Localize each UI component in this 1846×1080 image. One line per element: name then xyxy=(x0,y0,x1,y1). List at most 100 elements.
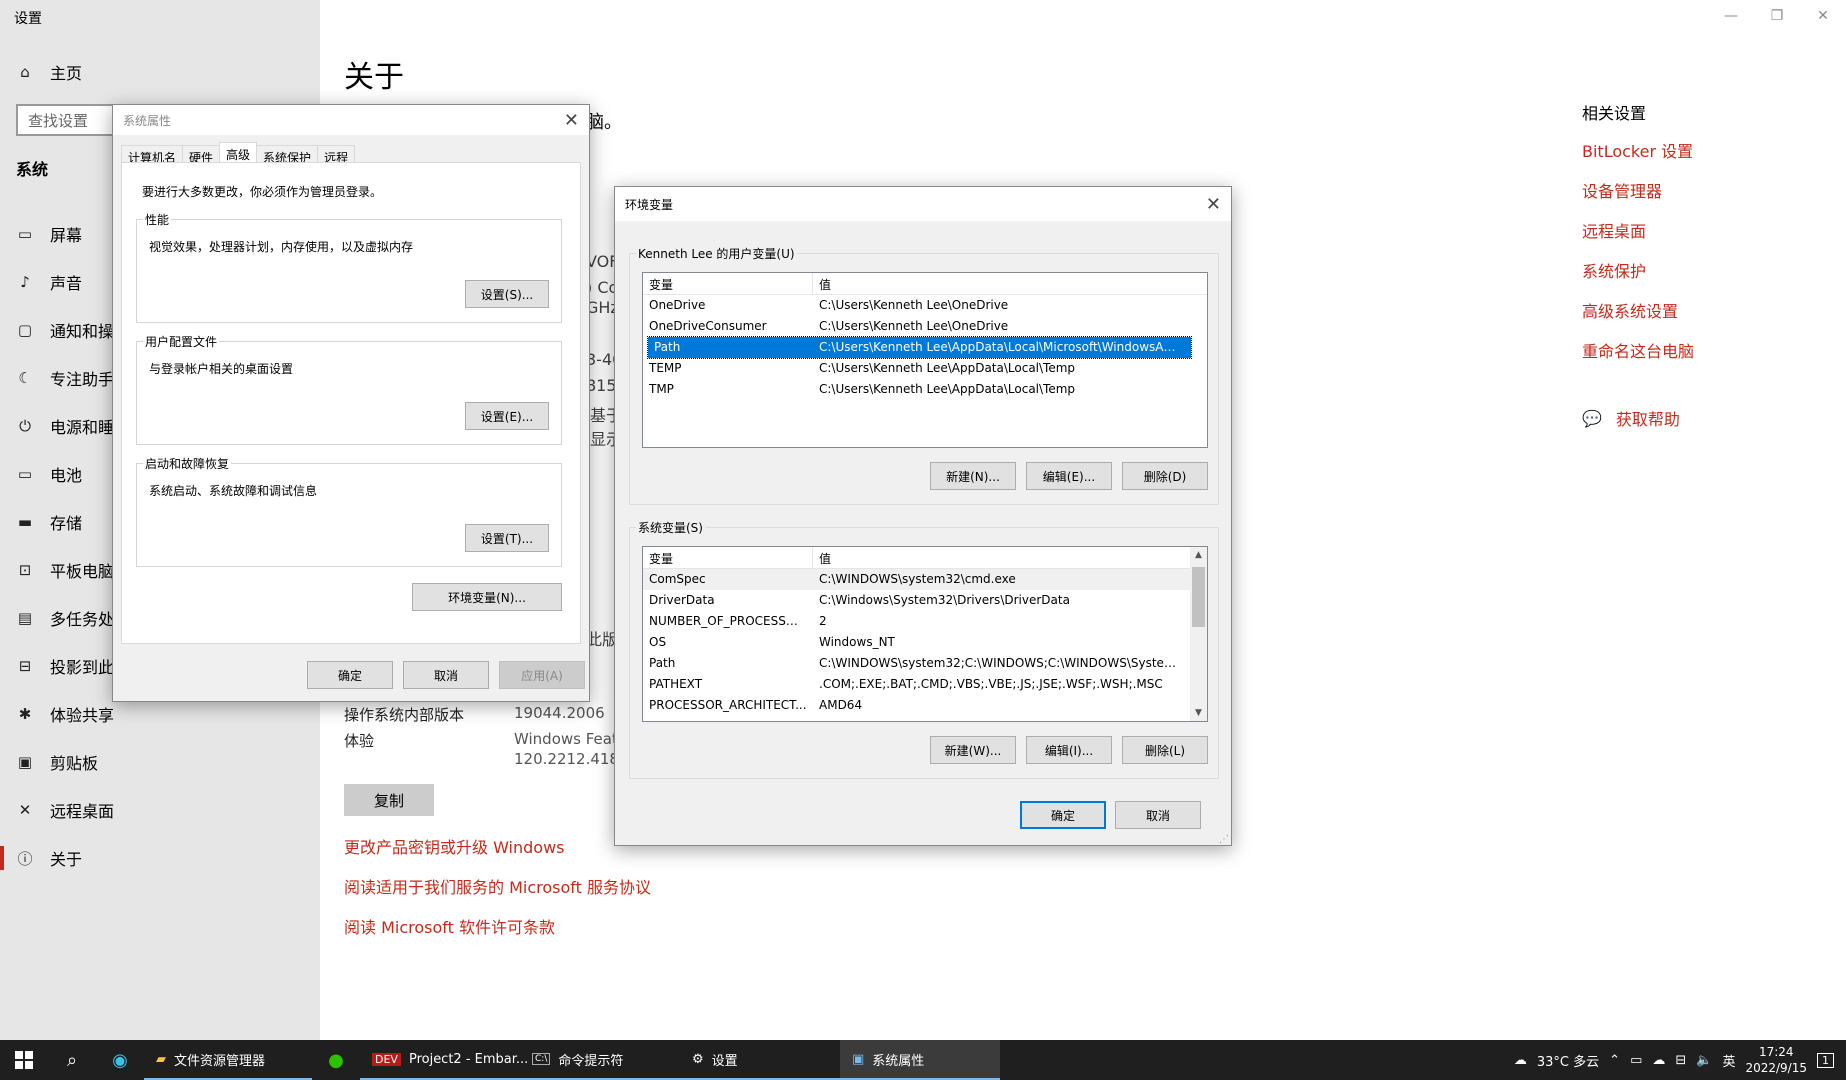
scroll-up-icon[interactable]: ▲ xyxy=(1190,550,1207,560)
system-variables-list[interactable]: 变量 值 ComSpec C:\WINDOWS\system32\cmd.exe … xyxy=(642,546,1208,722)
system-list-scrollbar[interactable]: ▲ ▼ xyxy=(1190,547,1207,721)
user-profiles-settings-button[interactable]: 设置(E)... xyxy=(465,402,549,430)
link-bitlocker[interactable]: BitLocker 设置 xyxy=(1582,138,1694,178)
nav-item-clipboard[interactable]: ▣ 剪贴板 xyxy=(0,738,320,786)
edge-icon[interactable]: ◉ xyxy=(96,1040,144,1080)
user-new-button[interactable]: 新建(N)... xyxy=(930,462,1016,490)
link-remote-desktop[interactable]: 远程桌面 xyxy=(1582,218,1694,258)
var-value: C:\Users\Kenneth Lee\AppData\Local\Temp xyxy=(819,361,1076,375)
user-delete-button[interactable]: 删除(D) xyxy=(1122,462,1208,490)
performance-settings-button[interactable]: 设置(S)... xyxy=(465,280,549,308)
table-row[interactable]: TMP C:\Users\Kenneth Lee\AppData\Local\Te… xyxy=(643,379,1207,400)
get-help[interactable]: 💬 获取帮助 xyxy=(1582,406,1694,430)
env-ok-button[interactable]: 确定 xyxy=(1020,801,1106,829)
user-edit-button[interactable]: 编辑(E)... xyxy=(1026,462,1112,490)
scroll-thumb[interactable] xyxy=(1192,567,1205,627)
table-row[interactable]: PATHEXT .COM;.EXE;.BAT;.CMD;.VBS;.VBE;.JS… xyxy=(643,674,1207,695)
env-cancel-button[interactable]: 取消 xyxy=(1115,801,1201,829)
project-icon: ⊟ xyxy=(18,657,32,675)
copy-button[interactable]: 复制 xyxy=(344,784,434,816)
system-edit-button[interactable]: 编辑(I)... xyxy=(1026,736,1112,764)
scroll-down-icon[interactable]: ▼ xyxy=(1190,708,1207,718)
link-system-protection[interactable]: 系统保护 xyxy=(1582,258,1694,298)
link-device-manager[interactable]: 设备管理器 xyxy=(1582,178,1694,218)
close-icon[interactable]: ✕ xyxy=(1206,194,1221,215)
cancel-button[interactable]: 取消 xyxy=(403,661,489,689)
get-help-link[interactable]: 获取帮助 xyxy=(1616,406,1680,430)
table-row[interactable]: OneDrive C:\Users\Kenneth Lee\OneDrive xyxy=(643,295,1207,316)
startup-recovery-settings-button[interactable]: 设置(T)... xyxy=(465,524,549,552)
table-row[interactable]: PROCESSOR_ARCHITECT... AMD64 xyxy=(643,695,1207,716)
table-row[interactable]: NUMBER_OF_PROCESSORS 2 xyxy=(643,611,1207,632)
var-name: TMP xyxy=(649,382,674,396)
table-row[interactable]: DriverData C:\Windows\System32\Drivers\Dr… xyxy=(643,590,1207,611)
clock[interactable]: 17:24 2022/9/15 xyxy=(1745,1044,1807,1076)
column-variable[interactable]: 变量 xyxy=(643,547,813,568)
apply-button[interactable]: 应用(A) xyxy=(499,661,585,689)
environment-variables-button[interactable]: 环境变量(N)... xyxy=(412,583,562,611)
table-row[interactable]: ComSpec C:\WINDOWS\system32\cmd.exe xyxy=(643,569,1190,590)
remote-desktop-icon: ✕ xyxy=(18,801,32,819)
column-value[interactable]: 值 xyxy=(813,547,837,568)
weather-icon[interactable]: ☁ xyxy=(1514,1053,1527,1068)
link-service-agreement[interactable]: 阅读适用于我们服务的 Microsoft 服务协议 xyxy=(344,874,651,898)
advanced-tab-panel: 要进行大多数更改，你必须作为管理员登录。 性能 视觉效果，处理器计划，内存使用，… xyxy=(121,162,581,644)
taskbar-app-devcpp[interactable]: DEV Project2 - Embar... xyxy=(360,1040,528,1080)
maximize-button[interactable]: ❐ xyxy=(1754,0,1800,32)
page-title: 关于 xyxy=(344,60,404,95)
admin-note: 要进行大多数更改，你必须作为管理员登录。 xyxy=(142,185,383,199)
link-license-terms[interactable]: 阅读 Microsoft 软件许可条款 xyxy=(344,914,555,938)
var-value: C:\Users\Kenneth Lee\AppData\Local\Temp xyxy=(819,382,1076,396)
spec-row-experience: 体验 Windows Feature E 120.2212.4180.0 xyxy=(344,730,657,768)
table-row[interactable]: TEMP C:\Users\Kenneth Lee\AppData\Local\T… xyxy=(643,358,1207,379)
system-delete-button[interactable]: 删除(L) xyxy=(1122,736,1208,764)
cloud-tray-icon[interactable]: ☁ xyxy=(1652,1053,1665,1068)
notification-center-icon[interactable]: 1 xyxy=(1817,1052,1834,1068)
resize-grip-icon[interactable]: ⋰ xyxy=(1219,834,1229,845)
link-rename-pc[interactable]: 重命名这台电脑 xyxy=(1582,338,1694,378)
sound-icon: ♪ xyxy=(20,273,30,291)
close-icon[interactable]: ✕ xyxy=(564,110,579,131)
devcpp-icon: DEV xyxy=(372,1052,401,1066)
settings-window-title: 设置 xyxy=(14,11,42,27)
system-new-button[interactable]: 新建(W)... xyxy=(930,736,1016,764)
nav-item-label: 屏幕 xyxy=(50,226,83,245)
ime-indicator[interactable]: 英 xyxy=(1722,1051,1735,1070)
var-value: 2 xyxy=(819,614,827,628)
group-title: Kenneth Lee 的用户变量(U) xyxy=(636,245,797,262)
table-row[interactable]: Path C:\WINDOWS\system32;C:\WINDOWS;C:\WI… xyxy=(643,653,1207,674)
ok-button[interactable]: 确定 xyxy=(307,661,393,689)
network-icon[interactable]: ⊟ xyxy=(1675,1053,1686,1068)
weather-text[interactable]: 33°C 多云 xyxy=(1537,1051,1599,1070)
taskbar-app-settings[interactable]: ⚙ 设置 xyxy=(680,1040,840,1080)
search-icon[interactable]: ⌕ xyxy=(48,1040,96,1080)
user-variables-list[interactable]: 变量 值 OneDrive C:\Users\Kenneth Lee\OneDri… xyxy=(642,272,1208,448)
table-row[interactable]: OS Windows_NT xyxy=(643,632,1207,653)
taskbar-app-label: 命令提示符 xyxy=(558,1053,624,1069)
close-button[interactable]: ✕ xyxy=(1800,0,1846,32)
var-value: C:\Users\Kenneth Lee\AppData\Local\Micro… xyxy=(819,340,1183,354)
nav-item-remote-desktop[interactable]: ✕ 远程桌面 xyxy=(0,786,320,834)
var-name: OneDrive xyxy=(649,298,706,312)
link-advanced-system-settings[interactable]: 高级系统设置 xyxy=(1582,298,1694,338)
battery-tray-icon[interactable]: ▭ xyxy=(1630,1053,1642,1068)
taskbar-app-wechat[interactable]: ● xyxy=(312,1040,360,1080)
link-change-product-key[interactable]: 更改产品密钥或升级 Windows xyxy=(344,834,565,858)
nav-home[interactable]: ⌂ 主页 xyxy=(16,60,82,84)
start-button[interactable] xyxy=(0,1040,48,1080)
group-title: 启动和故障恢复 xyxy=(143,455,232,472)
dialog-title: 环境变量 xyxy=(625,197,674,212)
table-row-selected[interactable]: Path C:\Users\Kenneth Lee\AppData\Local\M… xyxy=(647,336,1192,359)
taskbar-app-system-properties[interactable]: ▣ 系统属性 xyxy=(840,1040,1000,1080)
nav-item-about[interactable]: ⓘ 关于 xyxy=(0,834,320,882)
group-startup-recovery: 启动和故障恢复 系统启动、系统故障和调试信息 设置(T)... xyxy=(136,455,562,567)
minimize-button[interactable]: — xyxy=(1708,0,1754,32)
chevron-up-icon[interactable]: ⌃ xyxy=(1609,1053,1620,1068)
nav-item-label: 存储 xyxy=(50,514,83,533)
column-value[interactable]: 值 xyxy=(813,273,837,294)
table-row[interactable]: OneDriveConsumer C:\Users\Kenneth Lee\One… xyxy=(643,316,1207,337)
column-variable[interactable]: 变量 xyxy=(643,273,813,294)
taskbar-app-file-explorer[interactable]: ▰ 文件资源管理器 xyxy=(144,1040,312,1080)
volume-icon[interactable]: 🔈 xyxy=(1696,1053,1712,1068)
taskbar-app-cmd[interactable]: C:\ 命令提示符 xyxy=(520,1040,680,1080)
